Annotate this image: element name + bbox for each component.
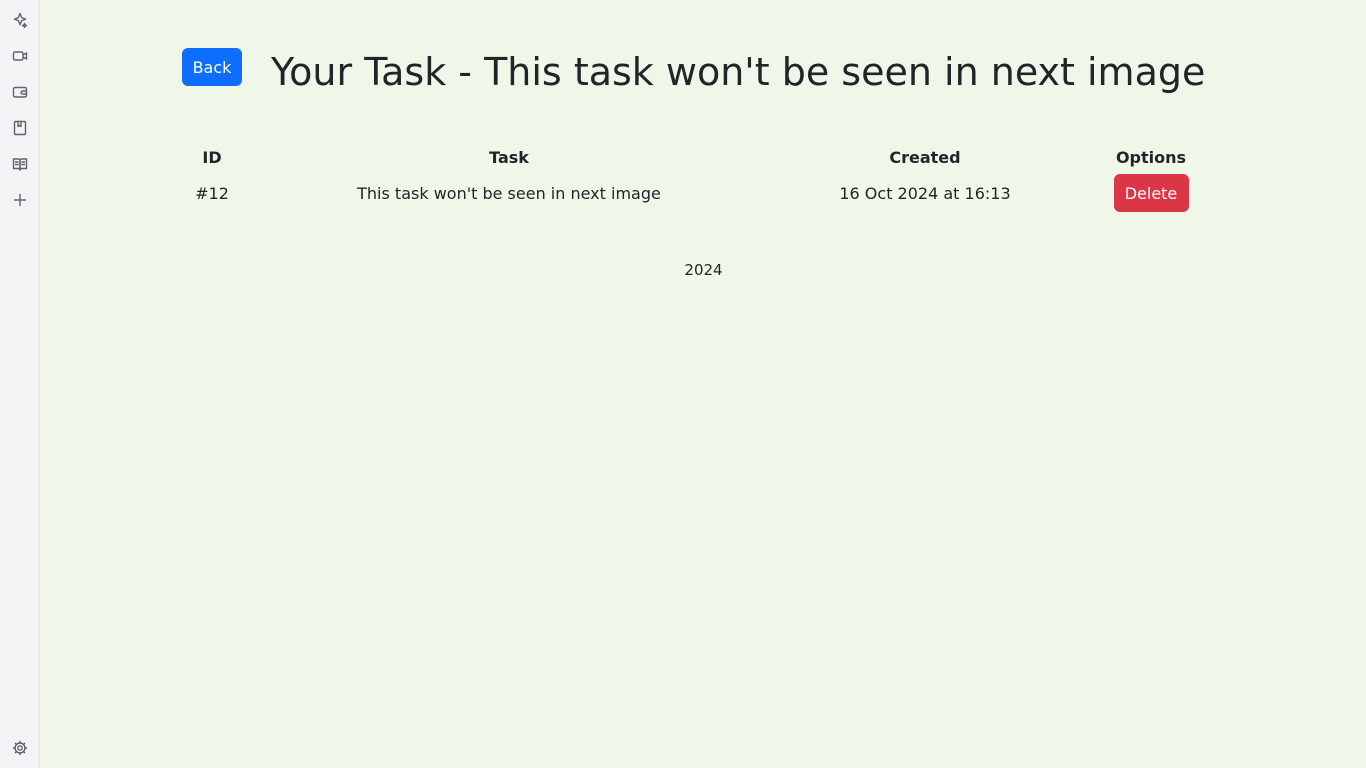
table-row: #12 This task won't be seen in next imag… [167, 174, 1213, 212]
table-header-row: ID Task Created Options [167, 140, 1213, 174]
plus-icon[interactable] [11, 191, 29, 209]
task-table: ID Task Created Options #12 This task wo… [167, 140, 1213, 212]
back-button[interactable]: Back [182, 48, 242, 86]
task-options: Delete [1089, 174, 1213, 212]
main-content: Back Your Task - This task won't be seen… [41, 0, 1366, 768]
column-header-created: Created [889, 147, 961, 167]
footer-year: 2024 [684, 261, 723, 279]
page-title: Your Task - This task won't be seen in n… [271, 50, 1206, 94]
gear-icon[interactable] [11, 739, 29, 757]
column-header-task: Task [489, 147, 529, 167]
column-header-options: Options [1115, 147, 1187, 167]
bookmark-icon[interactable] [11, 119, 29, 137]
column-header-id: ID [202, 147, 222, 167]
sidebar [0, 0, 40, 768]
video-icon[interactable] [11, 47, 29, 65]
book-icon[interactable] [11, 155, 29, 173]
task-created: 16 Oct 2024 at 16:13 [839, 183, 1011, 203]
wallet-icon[interactable] [11, 83, 29, 101]
delete-button[interactable]: Delete [1113, 174, 1189, 212]
task-text: This task won't be seen in next image [357, 183, 661, 203]
sparkle-icon[interactable] [11, 11, 29, 29]
task-id: #12 [195, 183, 229, 203]
